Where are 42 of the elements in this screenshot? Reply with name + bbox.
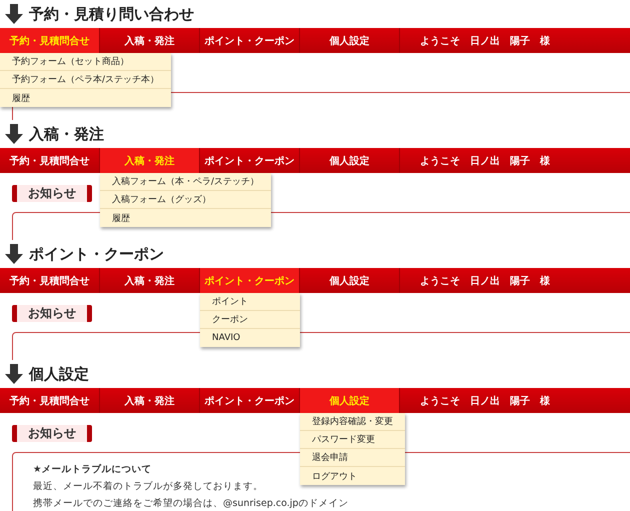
menu-item[interactable]: 入稿フォーム（グッズ） [100,191,272,209]
welcome-text: ようこそ 日ノ出 陽子 様 [419,154,550,168]
menu-item[interactable]: 履歴 [0,89,172,107]
notice-heading: お知らせ [12,305,92,322]
menu-item[interactable]: 退会申請 [300,449,405,467]
welcome-text: ようこそ 日ノ出 陽子 様 [419,274,550,288]
notice-heading: お知らせ [12,185,92,202]
notice-text: 最近、メール不着のトラブルが多発しております。 [33,480,263,494]
nav-tab[interactable]: 個人設定 [300,268,400,293]
nav-tab[interactable]: 入稿・発注 [100,148,200,173]
menu-item[interactable]: クーポン [200,311,300,329]
nav-tab[interactable]: ポイント・クーポン [200,28,300,53]
section-heading: 入稿・発注 [29,124,104,144]
welcome-text: ようこそ 日ノ出 陽子 様 [419,34,550,48]
nav-tab[interactable]: 個人設定 [300,148,400,173]
notice-title: ★メールトラブルについて [33,462,152,477]
nav-tab[interactable]: 予約・見積問合せ [0,268,100,293]
menu-item[interactable]: 登録内容確認・変更 [300,413,405,431]
menu-item[interactable]: 入稿フォーム（本・ペラ/ステッチ） [100,173,272,191]
menu-item[interactable]: パスワード変更 [300,431,405,449]
menu-item[interactable]: 履歴 [100,209,272,227]
nav-tab[interactable]: ポイント・クーポン [200,268,300,293]
down-arrow-icon [5,244,23,264]
section-heading: 個人設定 [29,364,89,384]
down-arrow-icon [5,364,23,384]
menu-item[interactable]: ログアウト [300,467,405,485]
section-heading: 予約・見積り問い合わせ [29,4,194,24]
down-arrow-icon [5,4,23,24]
down-arrow-icon [5,124,23,144]
nav-tab[interactable]: 個人設定 [300,28,400,53]
section-heading: ポイント・クーポン [29,244,164,264]
menu-item[interactable]: ポイント [200,293,300,311]
nav-tab[interactable]: 予約・見積問合せ [0,388,100,413]
nav-tab[interactable]: 入稿・発注 [100,388,200,413]
welcome-text: ようこそ 日ノ出 陽子 様 [419,394,550,408]
menu-item[interactable]: 予約フォーム（ペラ本/ステッチ本） [0,71,172,89]
notice-heading: お知らせ [12,425,92,442]
notice-text: 携帯メールでのご連絡をご希望の場合は、@sunrisep.co.jpのドメイン [33,497,348,511]
nav-tab[interactable]: 予約・見積問合せ [0,28,100,53]
menu-item[interactable]: 予約フォーム（セット商品） [0,53,172,71]
nav-tab[interactable]: 個人設定 [300,388,400,413]
menu-item[interactable]: NAVIO [200,329,300,347]
